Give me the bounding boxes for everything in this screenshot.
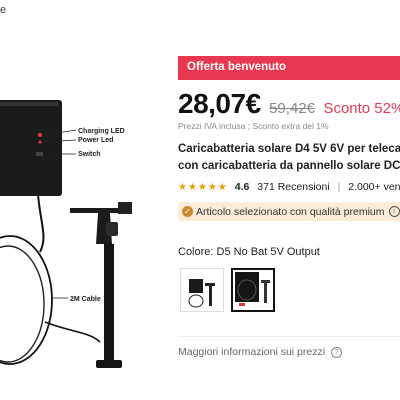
label-switch: Switch <box>78 151 101 158</box>
swatch-2-thumbnail <box>235 272 270 306</box>
color-prefix: Colore: <box>178 246 214 258</box>
color-value: D5 No Bat 5V Output <box>216 246 320 258</box>
section-divider <box>178 336 400 337</box>
rating-separator: | <box>337 181 341 193</box>
rating-score: 4.6 <box>234 181 250 193</box>
label-charging-led: Charging LED <box>78 128 125 135</box>
price-info-label: Maggiori informazioni sui prezzi <box>178 346 326 358</box>
top-bar: e <box>0 0 400 22</box>
discount-label: Sconto 52% <box>323 100 400 117</box>
premium-quality-badge[interactable]: ✓ Articolo selezionato con qualità premi… <box>178 202 400 221</box>
product-title: Caricabatteria solare D4 5V 6V per telec… <box>178 141 400 175</box>
label-power-led: Power Led <box>78 137 113 144</box>
tax-note: Prezzi IVA inclusa ; Sconto extra del 1% <box>178 121 329 131</box>
color-selector-label: Colore: D5 No Bat 5V Output <box>178 246 320 258</box>
premium-quality-label: Articolo selezionato con qualità premium <box>196 205 385 218</box>
price-info-link[interactable]: Maggiori informazioni sui prezzi ? <box>178 346 343 358</box>
quality-badge-icon: ✓ <box>182 206 193 217</box>
question-icon[interactable]: ? <box>331 346 343 358</box>
breadcrumb: e <box>0 4 7 16</box>
charging-led-dot <box>38 133 42 137</box>
reviews-link[interactable]: 371 Recensioni <box>257 181 329 193</box>
swatch-1-thumbnail <box>188 279 215 308</box>
welcome-offer-label: Offerta benvenuto <box>187 61 287 73</box>
welcome-offer-banner[interactable]: Offerta benvenuto <box>178 56 400 80</box>
product-photo-illustration: Charging LED Power Led Switch 2M Cable <box>0 100 132 368</box>
mount-pole <box>104 244 114 364</box>
info-icon[interactable]: i <box>388 206 400 217</box>
price-row: 28,07€ 59,42€ Sconto 52% <box>178 88 400 122</box>
original-price: 59,42€ <box>269 100 315 117</box>
product-image[interactable]: Charging LED Power Led Switch 2M Cable <box>0 22 168 400</box>
product-title-line-2: con caricabatteria da pannello solare DC… <box>178 160 400 172</box>
color-swatch-1[interactable] <box>180 268 224 312</box>
switch-shape <box>36 152 43 156</box>
rating-row[interactable]: ★★★★★ 4.6 371 Recensioni | 2.000+ vend <box>178 181 400 195</box>
power-led-dot <box>38 140 42 144</box>
controller-box <box>0 100 62 196</box>
sold-count: 2.000+ vend <box>348 181 400 193</box>
label-cable: 2M Cable <box>70 296 101 303</box>
color-swatch-2-selected[interactable] <box>231 268 275 312</box>
current-price: 28,07€ <box>178 88 261 119</box>
product-title-line-1: Caricabatteria solare D4 5V 6V per telec… <box>178 143 400 155</box>
star-rating-icon: ★★★★★ <box>178 182 228 193</box>
